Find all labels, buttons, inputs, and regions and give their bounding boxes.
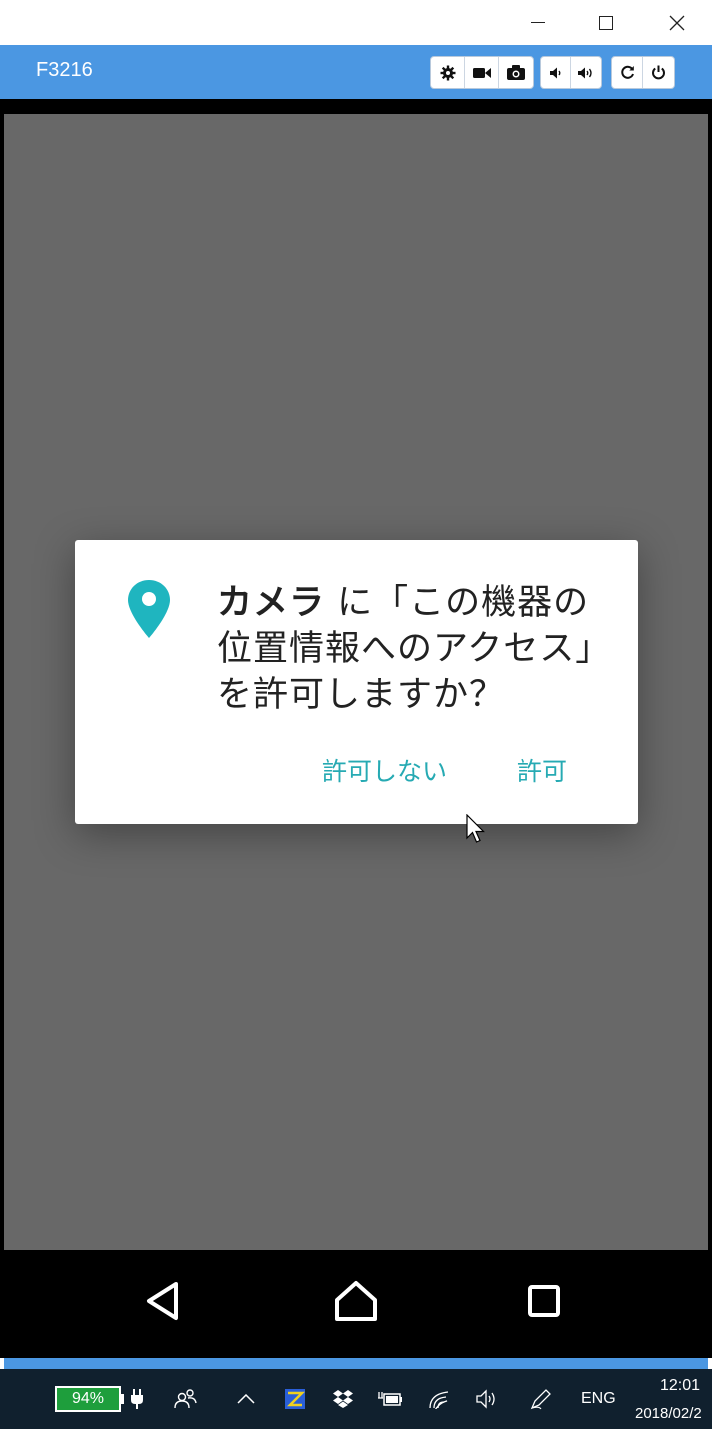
video-camera-icon <box>472 67 491 78</box>
record-video-button[interactable] <box>465 57 499 88</box>
clock-date[interactable]: 2018/02/2 <box>635 1405 702 1422</box>
home-icon <box>335 1281 377 1321</box>
wifi-button[interactable] <box>426 1385 454 1413</box>
dropbox-button[interactable] <box>329 1385 357 1413</box>
speaker-icon <box>476 1389 495 1409</box>
deny-button[interactable]: 許可しない <box>322 752 447 788</box>
allow-button[interactable]: 許可 <box>517 752 567 788</box>
battery-status-button[interactable] <box>377 1385 405 1413</box>
wifi-icon <box>429 1391 449 1409</box>
charging-button[interactable] <box>123 1385 151 1413</box>
gear-icon <box>440 65 455 80</box>
toolbar-group-capture <box>430 56 534 89</box>
toolbar-group-device <box>611 56 675 89</box>
tray-app-button[interactable] <box>281 1385 309 1413</box>
maximize-button[interactable] <box>583 0 629 45</box>
recent-apps-icon <box>528 1285 560 1317</box>
dropbox-icon <box>333 1390 353 1408</box>
close-button[interactable] <box>654 0 700 45</box>
pen-workspace-button[interactable] <box>527 1385 555 1413</box>
tray-app-icon <box>285 1389 306 1409</box>
settings-button[interactable] <box>431 57 465 88</box>
mouse-cursor-icon <box>466 814 485 843</box>
app-titlebar: F3216 <box>0 45 712 99</box>
minimize-icon <box>531 22 545 23</box>
nav-back-button[interactable] <box>137 1276 187 1326</box>
nav-home-button[interactable] <box>331 1276 381 1326</box>
pen-icon <box>530 1389 551 1410</box>
nav-recent-button[interactable] <box>519 1276 569 1326</box>
battery-indicator[interactable]: 94% <box>55 1386 121 1412</box>
camera-icon <box>507 65 525 80</box>
close-icon <box>669 15 685 30</box>
language-indicator[interactable]: ENG <box>581 1390 616 1408</box>
chevron-up-icon <box>237 1394 255 1404</box>
volume-down-icon <box>549 67 560 78</box>
location-pin-icon <box>128 580 170 638</box>
rotate-button[interactable] <box>612 57 643 88</box>
people-icon <box>174 1389 197 1409</box>
app-name: カメラ <box>217 583 326 623</box>
minimize-button[interactable] <box>515 0 561 45</box>
app-title: F3216 <box>36 59 93 81</box>
permission-dialog: カメラ に「この機器の位置情報へのアクセス」を許可しますか？ 許可しない 許可 <box>75 540 638 824</box>
volume-down-button[interactable] <box>541 57 571 88</box>
maximize-icon <box>599 15 613 30</box>
back-icon <box>147 1282 178 1320</box>
permission-message: カメラ に「この機器の位置情報へのアクセス」を許可しますか？ <box>217 580 617 718</box>
toolbar-group-volume <box>540 56 602 89</box>
show-hidden-icons-button[interactable] <box>232 1385 260 1413</box>
power-plug-icon <box>131 1389 143 1409</box>
clock-time[interactable]: 12:01 <box>660 1377 700 1395</box>
volume-up-icon <box>578 67 592 78</box>
volume-button[interactable] <box>473 1385 501 1413</box>
screenshot-button[interactable] <box>499 57 533 88</box>
power-button[interactable] <box>643 57 674 88</box>
window-bottom-bar <box>4 1358 708 1369</box>
rotate-icon <box>620 65 634 79</box>
window-controls <box>0 0 712 45</box>
windows-taskbar: 94% ENG 12:01 2018/02/2 <box>0 1369 712 1429</box>
battery-plug-icon <box>378 1392 402 1406</box>
people-button[interactable] <box>172 1385 200 1413</box>
power-icon <box>652 65 665 80</box>
volume-up-button[interactable] <box>571 57 601 88</box>
